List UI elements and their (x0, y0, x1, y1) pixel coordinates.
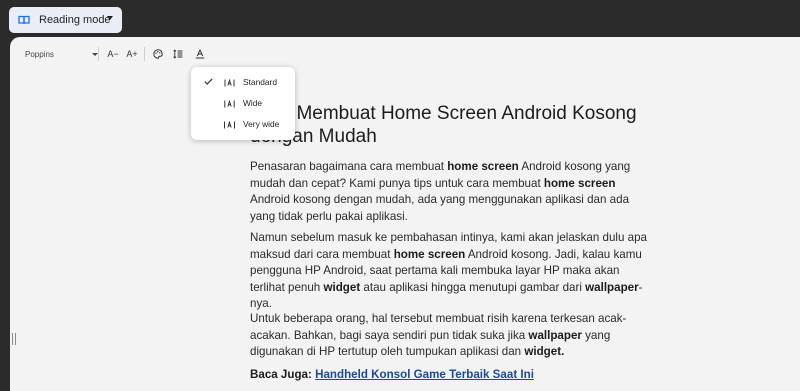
letter-spacing-menu: Standard Wide Very wide (191, 67, 295, 140)
color-button[interactable] (151, 46, 165, 62)
top-bar: Reading mode (0, 0, 800, 37)
reading-mode-button[interactable]: Reading mode (9, 7, 122, 33)
menu-item-very-wide[interactable]: Very wide (191, 115, 295, 136)
menu-item-label: Standard (243, 77, 277, 87)
check-icon (204, 78, 213, 85)
increase-font-button[interactable]: A+ (124, 46, 140, 62)
reading-mode-label: Reading mode (39, 14, 111, 26)
font-select-value: Poppins (25, 50, 54, 59)
related-article-link[interactable]: Handheld Konsol Game Terbaik Saat Ini (315, 368, 534, 381)
reading-mode-panel: Poppins A− A+ Cara Membuat Home Screen A… (10, 37, 800, 391)
letter-spacing-wide-icon (224, 99, 235, 108)
toolbar-divider (144, 47, 145, 61)
resize-handle[interactable] (12, 333, 16, 345)
font-select[interactable]: Poppins (25, 48, 101, 62)
line-spacing-icon (173, 49, 183, 59)
article-paragraph: Untuk beberapa orang, hal tersebut membu… (250, 312, 627, 358)
letter-spacing-very-wide-icon (224, 120, 235, 129)
related-label: Baca Juga: (250, 368, 316, 381)
book-icon (18, 15, 30, 25)
article-title: Cara Membuat Home Screen Android Kosong … (250, 103, 637, 147)
reading-toolbar: Poppins A− A+ (10, 37, 800, 71)
toolbar-divider (98, 47, 99, 61)
article-paragraph: Namun sebelum masuk ke pembahasan intiny… (250, 231, 647, 310)
line-spacing-button[interactable] (171, 46, 185, 62)
decrease-font-button[interactable]: A− (106, 46, 120, 62)
palette-icon (153, 49, 163, 59)
menu-item-label: Wide (243, 98, 263, 108)
letter-spacing-button[interactable] (193, 46, 207, 62)
chevron-down-icon (107, 16, 113, 20)
letter-spacing-standard-icon (224, 78, 235, 87)
menu-item-wide[interactable]: Wide (191, 94, 295, 115)
letter-spacing-icon (195, 49, 205, 59)
menu-item-standard[interactable]: Standard (191, 73, 295, 94)
menu-item-label: Very wide (243, 119, 280, 129)
related-article: Baca Juga: Handheld Konsol Game Terbaik … (250, 367, 650, 384)
article-paragraph: Penasaran bagaimana cara membuat home sc… (250, 160, 631, 223)
article: Cara Membuat Home Screen Android Kosong … (250, 102, 650, 381)
